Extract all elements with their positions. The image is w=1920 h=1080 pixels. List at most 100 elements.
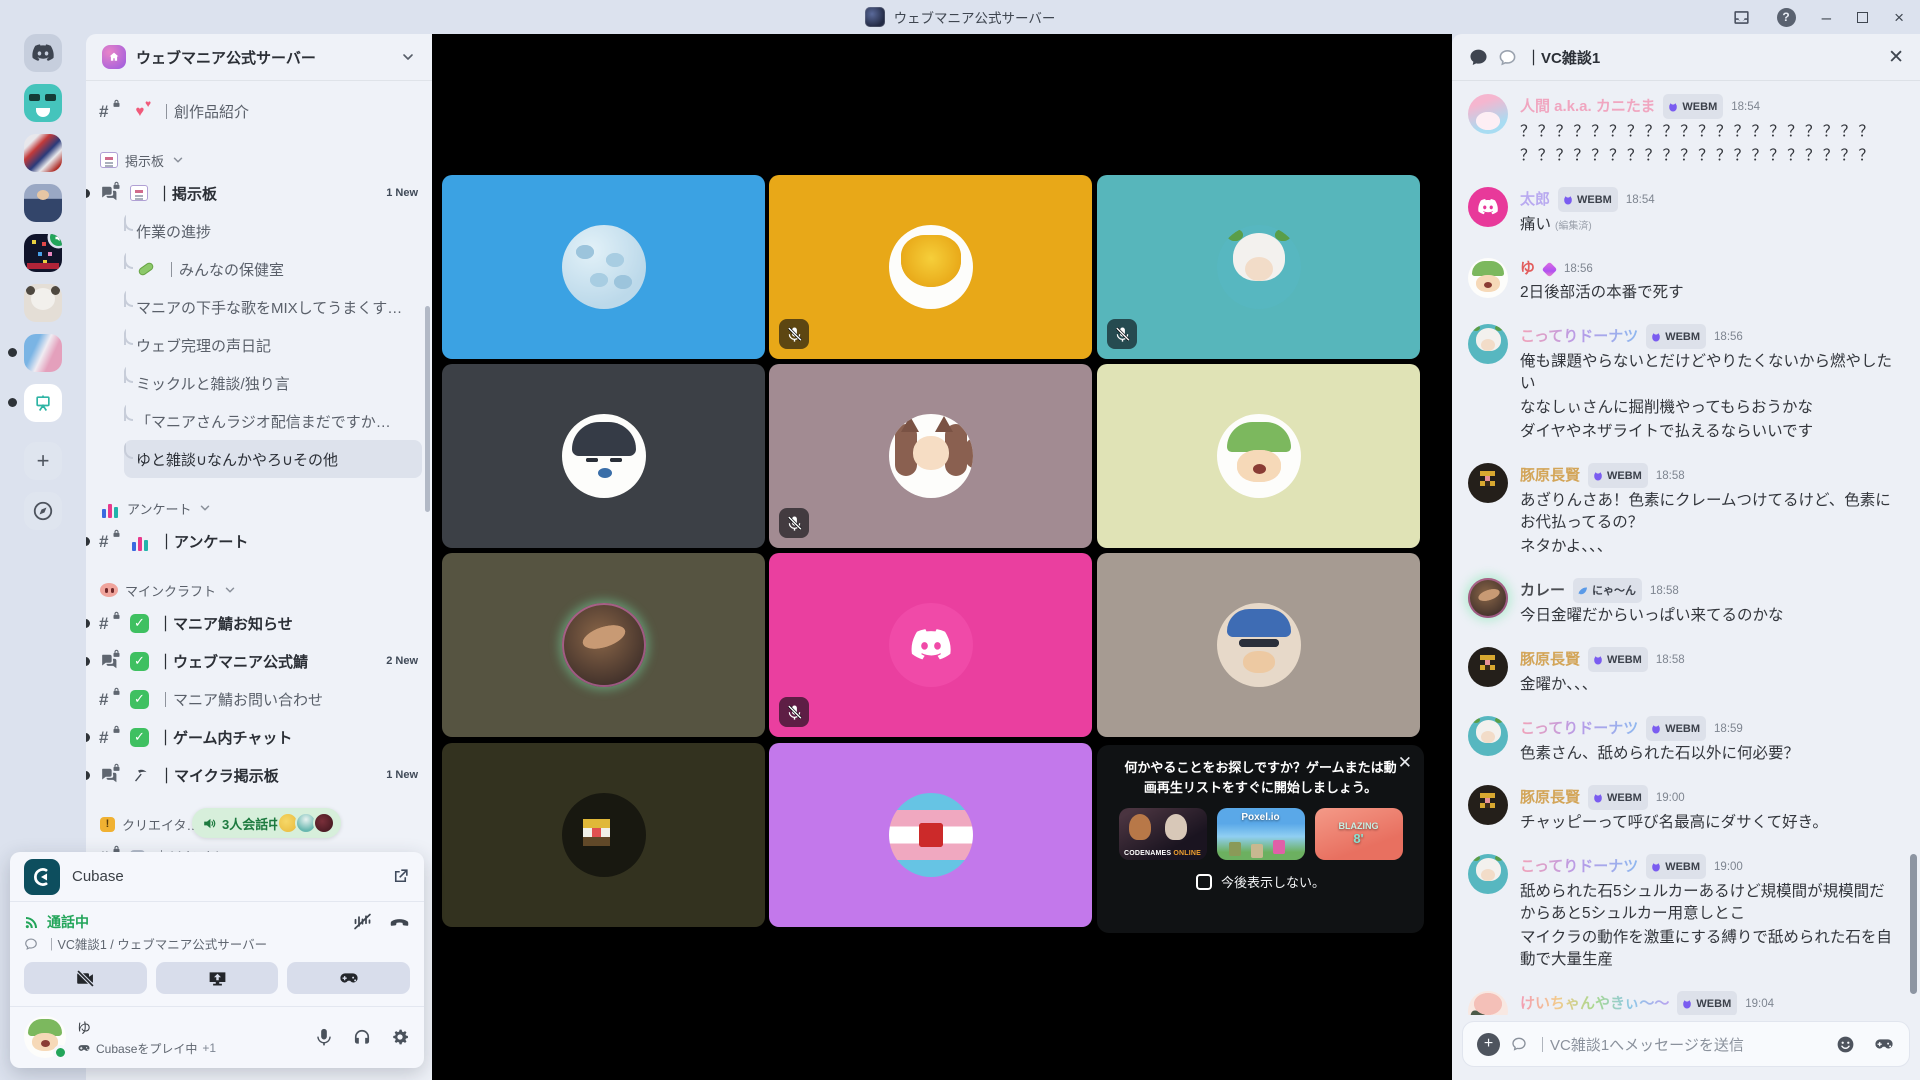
message-avatar[interactable] — [1468, 854, 1508, 894]
screenshare-button[interactable] — [156, 962, 279, 994]
gif-controller-icon[interactable] — [1873, 1033, 1895, 1055]
window-minimize-button[interactable]: – — [1822, 9, 1831, 26]
video-tile[interactable] — [769, 553, 1092, 737]
channel-item[interactable]: #✓｜ゲーム内チャット — [86, 718, 432, 756]
video-tile[interactable] — [442, 553, 765, 737]
message-avatar[interactable] — [1468, 785, 1508, 825]
message-author[interactable]: 豚原長賢 — [1520, 787, 1580, 809]
message-avatar[interactable] — [1468, 187, 1508, 227]
dismiss-checkbox[interactable] — [1196, 874, 1212, 890]
channel-item[interactable]: #｜アンケート — [86, 522, 432, 560]
chat-scrollbar[interactable] — [1910, 854, 1917, 994]
message-author[interactable]: こってりドーナツ — [1520, 718, 1638, 740]
message-author[interactable]: けいちゃんやきぃ～～ — [1520, 993, 1669, 1015]
message-author[interactable]: 豚原長賢 — [1520, 465, 1580, 487]
emoji-icon[interactable] — [1835, 1034, 1856, 1055]
category-アンケート[interactable]: アンケート — [86, 494, 432, 522]
server-easel[interactable] — [24, 384, 62, 422]
message-author[interactable]: こってりドーナツ — [1520, 326, 1638, 348]
hangup-icon[interactable] — [389, 911, 410, 932]
thread-item[interactable]: 「マニアさんラジオ配信まだですか… — [124, 402, 422, 440]
message-author[interactable]: ゆ — [1520, 258, 1535, 280]
attach-plus-icon[interactable]: + — [1477, 1033, 1500, 1056]
open-external-icon[interactable] — [391, 867, 410, 886]
thread-item[interactable]: 作業の進捗 — [124, 212, 422, 250]
thread-item[interactable]: ウェブ完理の声日記 — [124, 326, 422, 364]
channel-item[interactable]: #✓｜マニア鯖お問い合わせ — [86, 680, 432, 718]
message-avatar[interactable] — [1468, 991, 1508, 1015]
promo-game-card[interactable]: Poxel.io — [1217, 808, 1305, 860]
video-tile[interactable] — [442, 743, 765, 927]
message-avatar[interactable] — [1468, 324, 1508, 364]
inbox-icon[interactable] — [1732, 8, 1751, 27]
chat-outline-bubble-icon[interactable] — [1498, 48, 1517, 67]
user-avatar[interactable] — [24, 1016, 66, 1058]
server-collage[interactable] — [24, 134, 62, 172]
thread-item[interactable]: マニアの下手な歌をMIXしてうまくす… — [124, 288, 422, 326]
video-tile[interactable] — [442, 175, 765, 359]
video-tile[interactable] — [1097, 175, 1420, 359]
add-server-button[interactable]: + — [24, 442, 62, 480]
channel-item[interactable]: ｜掲示板1 New — [86, 174, 432, 212]
video-tile[interactable] — [1097, 364, 1420, 548]
message-author[interactable]: 豚原長賢 — [1520, 649, 1580, 671]
message-text: ネタかよ、、、 — [1520, 536, 1900, 558]
message-author[interactable]: カレー — [1520, 580, 1565, 602]
message-author[interactable]: 人間 a.k.a. カニたま — [1520, 96, 1655, 118]
role-badge: WEBM — [1646, 716, 1706, 741]
thread-label: ミックルと雑談/独り言 — [136, 373, 290, 394]
server-photo[interactable] — [24, 184, 62, 222]
video-tile[interactable] — [769, 743, 1092, 927]
message-avatar[interactable] — [1468, 463, 1508, 503]
server-teal-face[interactable] — [24, 84, 62, 122]
chat-filled-bubble-icon[interactable] — [1468, 47, 1489, 68]
video-tile[interactable] — [1097, 553, 1420, 737]
thread-label: ｜みんなの保健室 — [164, 259, 284, 280]
server-webmania[interactable] — [24, 234, 62, 272]
channel-item[interactable]: ｜マイクラ掲示板1 New — [86, 756, 432, 794]
video-tile[interactable] — [442, 364, 765, 548]
promo-game-card[interactable]: CODENAMES ONLINE — [1119, 808, 1207, 860]
chat-message: ゆ18:562日後部活の本番で死す — [1468, 258, 1900, 304]
gear-icon[interactable] — [390, 1027, 410, 1047]
close-icon[interactable]: ✕ — [1398, 754, 1412, 771]
server-anime-pair[interactable] — [24, 334, 62, 372]
close-icon[interactable]: ✕ — [1888, 48, 1904, 67]
discord-home[interactable] — [24, 34, 62, 72]
explore-servers-button[interactable] — [24, 492, 62, 530]
category-マインクラフト[interactable]: マインクラフト — [86, 576, 432, 604]
message-author[interactable]: こってりドーナツ — [1520, 856, 1638, 878]
server-header[interactable]: ウェブマニア公式サーバー — [86, 34, 432, 80]
camera-button[interactable] — [24, 962, 147, 994]
channel-item[interactable]: #✓｜マニア鯖お知らせ — [86, 604, 432, 642]
category-掲示板[interactable]: 掲示板 — [86, 146, 432, 174]
window-close-button[interactable]: × — [1894, 9, 1904, 26]
participant-avatar — [1217, 225, 1301, 309]
voice-activity-pill[interactable]: 3人会話中 — [192, 808, 341, 838]
activities-button[interactable] — [287, 962, 410, 994]
sidebar-scrollbar[interactable] — [425, 306, 430, 512]
server-girl[interactable] — [24, 284, 62, 322]
message-avatar[interactable] — [1468, 716, 1508, 756]
headphones-icon[interactable] — [352, 1027, 372, 1047]
mic-icon[interactable] — [314, 1027, 334, 1047]
message-author[interactable]: 太郎 — [1520, 189, 1550, 211]
video-tile[interactable] — [769, 364, 1092, 548]
message-avatar[interactable] — [1468, 258, 1508, 298]
channel-item[interactable]: ✓｜ウェブマニア公式鯖2 New — [86, 642, 432, 680]
promo-game-card[interactable]: BLAZING8' — [1315, 808, 1403, 860]
chevron-down-icon[interactable] — [400, 49, 416, 65]
thread-item[interactable]: ミックルと雑談/独り言 — [124, 364, 422, 402]
thread-item[interactable]: ｜みんなの保健室 — [124, 250, 422, 288]
thread-item[interactable]: ゆと雑談∪なんかやろ∪その他 — [124, 440, 422, 478]
window-maximize-button[interactable] — [1857, 12, 1868, 23]
video-tile[interactable] — [769, 175, 1092, 359]
help-icon[interactable]: ? — [1777, 8, 1796, 27]
noise-suppression-icon[interactable] — [352, 911, 373, 932]
message-avatar[interactable] — [1468, 94, 1508, 134]
message-avatar[interactable] — [1468, 578, 1508, 618]
message-input[interactable]: + ｜VC雑談1へメッセージを送信 — [1462, 1021, 1910, 1067]
warning-emoji-icon: ! — [100, 817, 115, 832]
message-avatar[interactable] — [1468, 647, 1508, 687]
channel-item[interactable]: #♥♥｜創作品紹介 — [86, 92, 432, 130]
